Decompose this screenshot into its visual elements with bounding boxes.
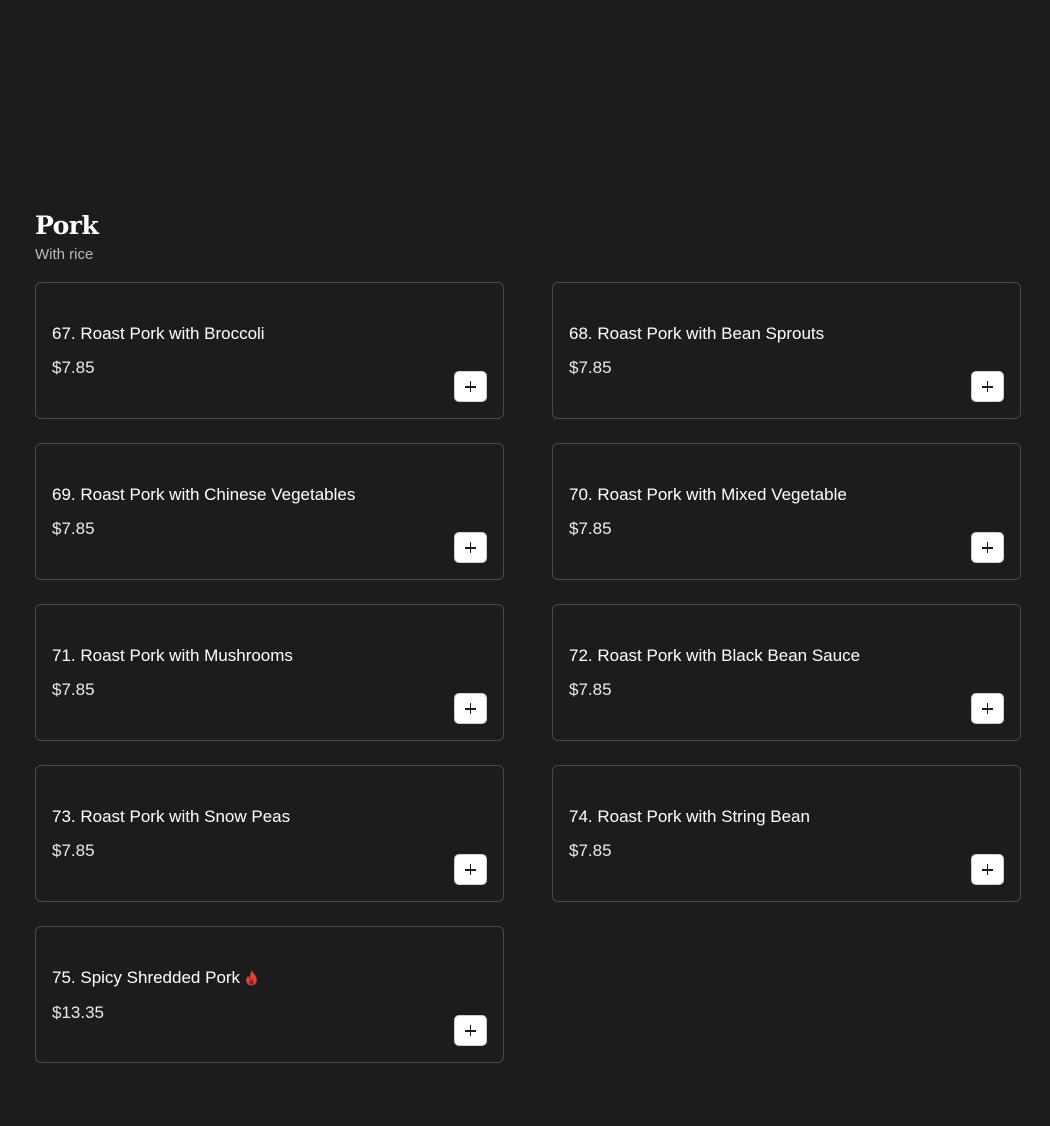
item-name: 70. Roast Pork with Mixed Vegetable — [569, 484, 847, 506]
plus-icon — [465, 864, 476, 875]
item-price: $7.85 — [569, 841, 612, 860]
add-item-button[interactable] — [971, 532, 1004, 563]
menu-item-card[interactable]: 68. Roast Pork with Bean Sprouts $7.85 — [552, 282, 1021, 419]
item-name: 69. Roast Pork with Chinese Vegetables — [52, 484, 355, 506]
plus-icon — [982, 542, 993, 553]
item-name-text: 70. Roast Pork with Mixed Vegetable — [569, 485, 847, 504]
add-item-button[interactable] — [454, 371, 487, 402]
item-name: 72. Roast Pork with Black Bean Sauce — [569, 645, 860, 667]
add-item-button[interactable] — [454, 693, 487, 724]
add-item-button[interactable] — [971, 693, 1004, 724]
section-subtitle: With rice — [35, 246, 94, 263]
plus-icon — [465, 381, 476, 392]
plus-icon — [982, 381, 993, 392]
menu-item-card[interactable]: 67. Roast Pork with Broccoli $7.85 — [35, 282, 504, 419]
item-price: $7.85 — [569, 680, 612, 699]
menu-item-card[interactable]: 75. Spicy Shredded Pork $13.35 — [35, 926, 504, 1063]
menu-items-grid: 67. Roast Pork with Broccoli $7.85 68. R… — [35, 282, 1021, 1063]
menu-item-card[interactable]: 70. Roast Pork with Mixed Vegetable $7.8… — [552, 443, 1021, 580]
plus-icon — [465, 1025, 476, 1036]
plus-icon — [465, 542, 476, 553]
item-price: $7.85 — [52, 358, 95, 377]
add-item-button[interactable] — [971, 854, 1004, 885]
menu-item-card[interactable]: 72. Roast Pork with Black Bean Sauce $7.… — [552, 604, 1021, 741]
add-item-button[interactable] — [454, 854, 487, 885]
item-name: 74. Roast Pork with String Bean — [569, 806, 810, 828]
item-name-text: 73. Roast Pork with Snow Peas — [52, 807, 291, 826]
menu-item-card[interactable]: 73. Roast Pork with Snow Peas $7.85 — [35, 765, 504, 902]
chili-flame-icon — [245, 970, 258, 986]
menu-item-card[interactable]: 74. Roast Pork with String Bean $7.85 — [552, 765, 1021, 902]
menu-item-card[interactable]: 71. Roast Pork with Mushrooms $7.85 — [35, 604, 504, 741]
item-price: $7.85 — [52, 519, 95, 538]
item-name-text: 68. Roast Pork with Bean Sprouts — [569, 324, 825, 343]
item-name-text: 75. Spicy Shredded Pork — [52, 968, 241, 987]
item-name-text: 69. Roast Pork with Chinese Vegetables — [52, 485, 356, 504]
item-name-text: 67. Roast Pork with Broccoli — [52, 324, 265, 343]
item-name: 67. Roast Pork with Broccoli — [52, 323, 265, 345]
item-name: 68. Roast Pork with Bean Sprouts — [569, 323, 824, 345]
section-title: Pork — [35, 211, 99, 240]
menu-page: { "section": { "title": "Pork", "subtitl… — [0, 0, 1050, 1126]
add-item-button[interactable] — [971, 371, 1004, 402]
plus-icon — [465, 703, 476, 714]
item-price: $7.85 — [52, 680, 95, 699]
item-price: $13.35 — [52, 1003, 104, 1022]
add-item-button[interactable] — [454, 532, 487, 563]
plus-icon — [982, 703, 993, 714]
menu-item-card[interactable]: 69. Roast Pork with Chinese Vegetables $… — [35, 443, 504, 580]
item-name-text: 74. Roast Pork with String Bean — [569, 807, 810, 826]
item-name: 73. Roast Pork with Snow Peas — [52, 806, 290, 828]
item-name-text: 71. Roast Pork with Mushrooms — [52, 646, 293, 665]
item-name: 75. Spicy Shredded Pork — [52, 967, 258, 989]
item-name: 71. Roast Pork with Mushrooms — [52, 645, 293, 667]
item-name-text: 72. Roast Pork with Black Bean Sauce — [569, 646, 861, 665]
item-price: $7.85 — [569, 519, 612, 538]
add-item-button[interactable] — [454, 1015, 487, 1046]
plus-icon — [982, 864, 993, 875]
item-price: $7.85 — [569, 358, 612, 377]
menu-section-pork: Pork With rice 67. Roast Pork with Brocc… — [35, 208, 1021, 1063]
item-price: $7.85 — [52, 841, 95, 860]
